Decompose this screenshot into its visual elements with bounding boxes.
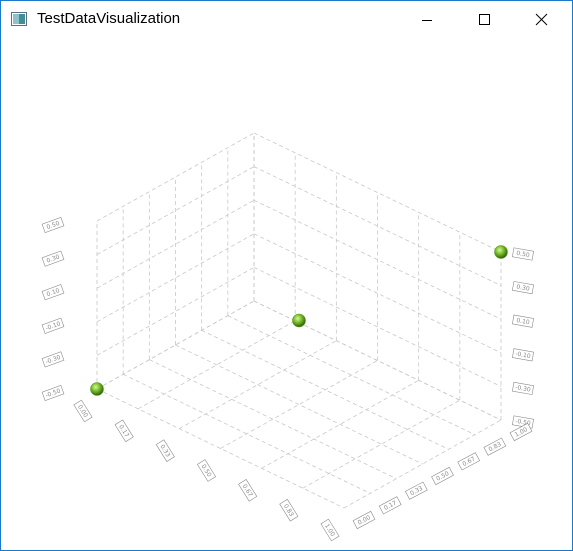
x-tick-label: 0.33	[155, 439, 175, 462]
title-bar[interactable]: TestDataVisualization	[1, 1, 572, 39]
x-tick-label: 1.00	[320, 518, 340, 542]
z-tick-label: 0.17	[378, 496, 402, 515]
app-window-icon	[11, 12, 27, 26]
floor-gridline	[175, 344, 423, 465]
right-wall-gridline	[253, 267, 502, 387]
y-tick-label-right: -0.30	[512, 381, 534, 395]
maximize-icon	[479, 14, 490, 25]
scatter-3d-chart[interactable]: 0.50 0.30 0.10 -0.10 -0.30 -0.50 0.50 0.30 0.10 -…	[1, 39, 572, 550]
data-point[interactable]	[494, 245, 508, 259]
y-tick-label-right: 0.30	[512, 281, 534, 295]
close-icon	[535, 13, 548, 26]
y-tick-label-right: 0.10	[512, 314, 534, 328]
x-tick-label: 0.17	[114, 419, 134, 443]
y-tick-label-right: 0.50	[512, 247, 534, 261]
x-tick-label: 0.00	[73, 399, 93, 423]
y-tick-label-left: 0.10	[41, 284, 65, 301]
z-tick-label: 0.83	[483, 437, 507, 456]
minimize-button[interactable]	[404, 1, 450, 39]
x-tick-label: 0.83	[279, 498, 299, 522]
window-title: TestDataVisualization	[37, 10, 181, 27]
x-tick-label: 0.67	[238, 479, 258, 502]
data-point[interactable]	[90, 382, 104, 396]
y-tick-label-left: -0.30	[41, 351, 65, 368]
z-tick-label: 0.00	[352, 510, 376, 530]
y-tick-label-left: -0.10	[41, 317, 65, 334]
y-tick-label-left: 0.30	[41, 250, 65, 267]
z-tick-label: 0.33	[404, 481, 428, 500]
y-tick-label-right: -0.10	[512, 348, 534, 362]
x-tick-label: 0.50	[196, 459, 217, 482]
y-tick-label-left: -0.50	[41, 384, 65, 402]
maximize-button[interactable]	[461, 1, 507, 39]
z-tick-label: 0.67	[457, 452, 481, 471]
svg-text:-0.30: -0.30	[515, 384, 532, 394]
z-tick-label: 0.50	[431, 466, 454, 486]
chart-area[interactable]: 0.50 0.30 0.10 -0.10 -0.30 -0.50 0.50 0.30 0.10 -…	[1, 39, 572, 550]
close-button[interactable]	[518, 1, 564, 39]
minimize-icon	[422, 20, 432, 21]
floor-gridline	[220, 360, 378, 449]
svg-text:-0.10: -0.10	[515, 350, 532, 360]
y-tick-label-left: 0.50	[41, 216, 65, 234]
data-point[interactable]	[292, 313, 306, 328]
app-window: TestDataVisualization 0.50 0.30 0.10 -0.10 -…	[0, 0, 573, 551]
